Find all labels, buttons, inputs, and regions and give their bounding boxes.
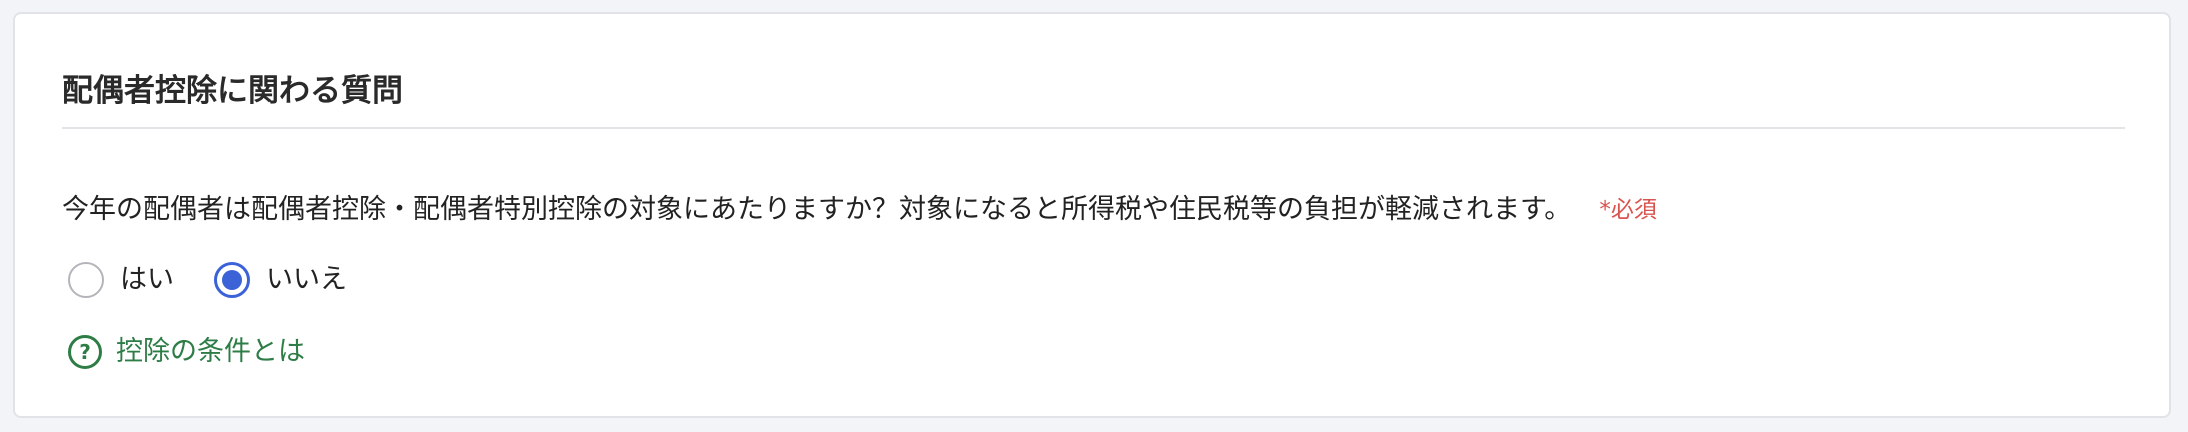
radio-option-yes[interactable]: はい	[68, 259, 174, 301]
radio-label-yes: はい	[120, 264, 174, 295]
radio-button-yes[interactable]	[68, 262, 104, 298]
help-link-text: 控除の条件とは	[116, 336, 305, 367]
radio-selected-dot	[222, 270, 242, 290]
radio-option-no[interactable]: いいえ	[214, 259, 347, 301]
question-card: 配偶者控除に関わる質問 今年の配偶者は配偶者控除・配偶者特別控除の対象にあたりま…	[13, 12, 2171, 418]
deduction-conditions-link[interactable]: ? 控除の条件とは	[68, 331, 305, 373]
question-row: 今年の配偶者は配偶者控除・配偶者特別控除の対象にあたりますか？対象になると所得税…	[62, 186, 1657, 234]
question-text: 今年の配偶者は配偶者控除・配偶者特別控除の対象にあたりますか？対象になると所得税…	[62, 194, 1572, 225]
answer-radio-group: はい いいえ	[68, 259, 387, 301]
section-divider	[62, 127, 2125, 129]
radio-button-no[interactable]	[214, 262, 250, 298]
radio-label-no: いいえ	[266, 264, 347, 295]
required-badge: *必須	[1599, 197, 1657, 223]
question-circle-icon: ?	[68, 335, 102, 369]
section-title: 配偶者控除に関わる質問	[62, 73, 403, 109]
